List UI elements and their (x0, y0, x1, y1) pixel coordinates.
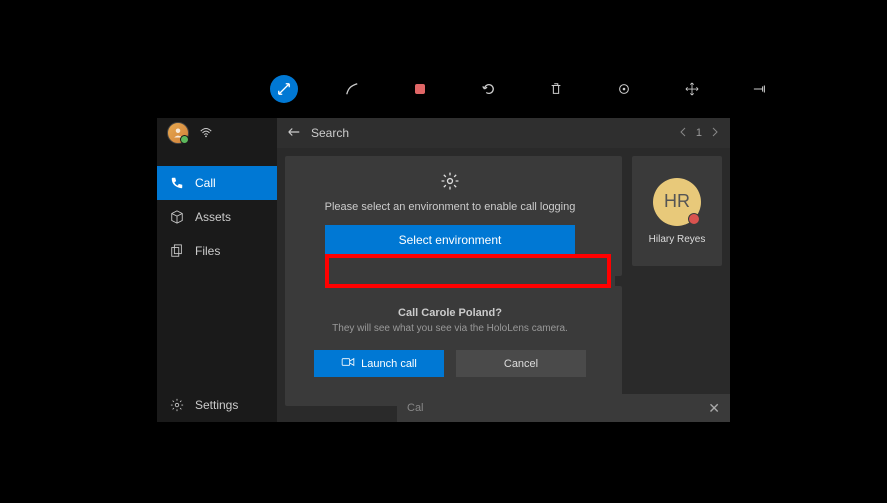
phone-icon (169, 176, 185, 190)
app-window: Call Assets Files Settings Search 1 (157, 118, 730, 422)
sidebar-header (157, 118, 277, 148)
undo-icon[interactable] (474, 75, 502, 103)
nav-call-label: Call (195, 176, 216, 190)
close-icon[interactable]: ✕ (708, 400, 720, 417)
video-icon (341, 357, 355, 370)
chat-icon[interactable] (610, 75, 638, 103)
select-environment-button[interactable]: Select environment (325, 225, 575, 255)
back-icon[interactable] (287, 125, 301, 142)
gear-icon (169, 398, 185, 412)
call-subtext: They will see what you see via the HoloL… (332, 323, 568, 334)
gear-icon (441, 172, 459, 195)
files-icon (169, 244, 185, 258)
nav-call[interactable]: Call (157, 166, 277, 200)
call-prompt-section: Call Carole Poland? They will see what y… (297, 307, 603, 377)
nav-settings[interactable]: Settings (157, 388, 277, 422)
main-area: Search 1 HR Hilary Reyes Please select a… (277, 118, 730, 422)
env-prompt: Please select an environment to enable c… (325, 201, 576, 213)
move-icon[interactable] (678, 75, 706, 103)
user-avatar[interactable] (167, 122, 189, 144)
wifi-icon (199, 125, 213, 142)
nav: Call Assets Files Settings (157, 166, 277, 422)
modal-action-row: Launch call Cancel (314, 350, 586, 377)
pager-num: 1 (696, 127, 702, 139)
highlight-rect (325, 254, 611, 288)
contact-name: Hilary Reyes (649, 234, 706, 245)
cube-icon (169, 210, 185, 224)
topbar: Search 1 (277, 118, 730, 148)
sidebar: Call Assets Files Settings (157, 118, 277, 422)
pager-next-icon[interactable] (710, 127, 720, 140)
bottom-text: Cal (407, 402, 424, 414)
nav-assets-label: Assets (195, 210, 231, 224)
trash-icon[interactable] (542, 75, 570, 103)
launch-label: Launch call (361, 358, 417, 370)
nav-settings-label: Settings (195, 398, 238, 412)
floating-toolbar (270, 75, 774, 103)
expand-icon[interactable] (270, 75, 298, 103)
record-icon[interactable] (406, 75, 434, 103)
launch-call-button[interactable]: Launch call (314, 350, 444, 377)
bottom-bar: Cal ✕ (397, 394, 730, 422)
cancel-button[interactable]: Cancel (456, 350, 586, 377)
pager: 1 (678, 127, 720, 140)
env-modal: Please select an environment to enable c… (285, 160, 615, 389)
contact-initials: HR (664, 191, 690, 212)
contact-avatar: HR (653, 178, 701, 226)
contact-card[interactable]: HR Hilary Reyes (632, 156, 722, 266)
nav-files-label: Files (195, 244, 220, 258)
annotate-icon[interactable] (338, 75, 366, 103)
nav-files[interactable]: Files (157, 234, 277, 268)
pin-icon[interactable] (746, 75, 774, 103)
pager-prev-icon[interactable] (678, 127, 688, 140)
search-label[interactable]: Search (311, 126, 349, 140)
nav-assets[interactable]: Assets (157, 200, 277, 234)
call-title: Call Carole Poland? (398, 307, 502, 319)
